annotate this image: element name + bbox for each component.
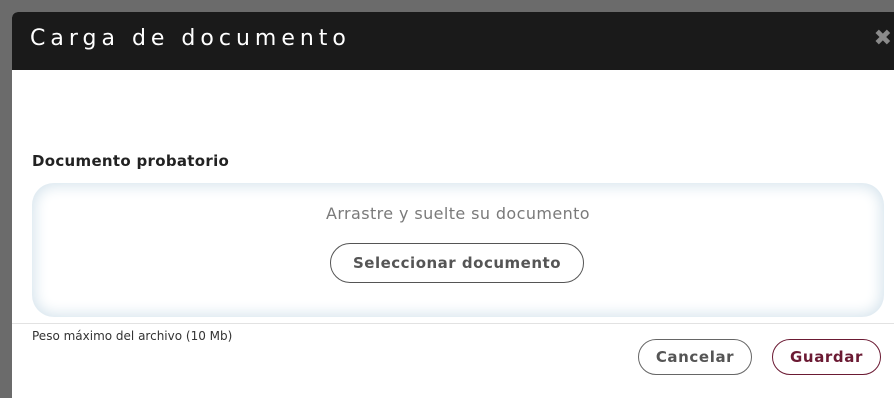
close-icon[interactable]: ✖ <box>874 26 892 51</box>
footer-divider <box>12 323 894 324</box>
dropzone-prompt: Arrastre y suelte su documento <box>326 204 590 223</box>
field-label: Documento probatorio <box>32 152 230 170</box>
max-size-hint: Peso máximo del archivo (10 Mb) <box>32 329 233 343</box>
dialog-header: Carga de documento ✖ <box>12 12 894 70</box>
file-dropzone[interactable]: Arrastre y suelte su documento Seleccion… <box>32 183 884 317</box>
dialog-title: Carga de documento <box>30 26 351 51</box>
select-document-button[interactable]: Seleccionar documento <box>330 243 584 283</box>
upload-dialog: Carga de documento ✖ Documento probatori… <box>12 12 894 398</box>
cancel-button[interactable]: Cancelar <box>638 339 752 375</box>
save-button[interactable]: Guardar <box>772 339 881 375</box>
